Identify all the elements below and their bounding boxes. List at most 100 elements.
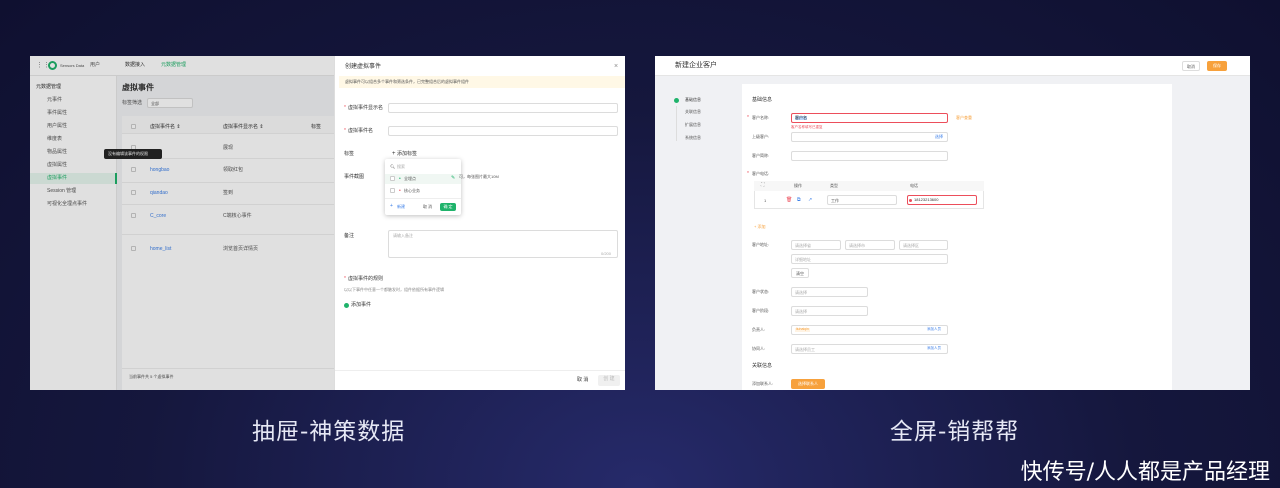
phone-table-header — [754, 181, 984, 191]
add-phone-link[interactable]: + 添加 — [754, 225, 765, 229]
phone-number-value: 18123213600 — [914, 197, 939, 202]
add-event-button[interactable]: 添加事件 — [351, 303, 371, 308]
drawer-create-button[interactable]: 创 建 — [598, 375, 620, 386]
dropdown-cancel[interactable]: 取 消 — [423, 205, 432, 209]
copy-icon[interactable]: ⧉ — [797, 198, 801, 203]
contact-label: 添加联系人: — [752, 381, 774, 386]
page-title: 新建企业客户 — [675, 62, 717, 69]
add-event-icon — [344, 303, 349, 308]
address-clear-button[interactable]: 清空 — [791, 268, 809, 278]
step-basic[interactable]: 基础信息 — [685, 98, 701, 102]
short-name-input[interactable] — [791, 151, 948, 161]
parent-label: 上级客户: — [752, 134, 770, 139]
option-highlight — [385, 174, 461, 184]
tag-search-input[interactable]: 搜索 — [397, 165, 405, 169]
owner-tag[interactable]: liuhaiqin — [795, 327, 810, 332]
collab-label: 协同人: — [752, 346, 766, 351]
option-core[interactable]: 核心业务 — [404, 189, 420, 193]
remark-counter: 0/200 — [601, 251, 612, 256]
display-name-input[interactable] — [388, 103, 618, 113]
owner-label: 负责人: — [752, 327, 766, 332]
edit-icon[interactable]: ✎ — [451, 176, 455, 181]
dropdown-ok[interactable]: 确 定 — [440, 203, 456, 211]
option-checkbox[interactable] — [390, 188, 395, 193]
cancel-button[interactable]: 取消 — [1182, 61, 1200, 71]
address-label: 客户地址: — [752, 242, 770, 247]
remark-placeholder: 请输入备注 — [393, 233, 413, 238]
remark-textarea[interactable] — [388, 230, 618, 258]
status-select[interactable]: 请选择 — [791, 287, 868, 297]
search-icon: 🔍︎ — [390, 164, 396, 169]
add-collab-link[interactable]: 添加人员 — [927, 346, 941, 351]
caption-left: 抽屉-神策数据 — [252, 419, 406, 445]
owner-input[interactable] — [791, 325, 948, 335]
select-contact-button[interactable]: 选择联系人 — [791, 379, 825, 389]
district-select[interactable]: 请选择区 — [899, 240, 948, 250]
right-screenshot: 新建企业客户 取消 保存 基础信息 关联信息 扩展信息 系统信息 基础信息 * … — [655, 56, 1250, 390]
stage-select[interactable]: 请选择 — [791, 306, 868, 316]
event-name-input[interactable] — [388, 126, 618, 136]
required-mark: * — [747, 171, 749, 177]
phone-error-dot — [909, 199, 912, 202]
section-related-title: 关联信息 — [752, 363, 773, 369]
drawer-notice-text: 虚拟事件可以组合多个事件和筛选条件，已完整组合后的虚拟事件组件 — [345, 79, 469, 84]
open-icon[interactable]: ↗ — [808, 198, 812, 203]
dup-check-link[interactable]: 客户查重 — [956, 116, 972, 120]
delete-icon[interactable]: 🗑︎ — [786, 198, 792, 203]
watermark: 快传号/人人都是产品经理 — [1020, 460, 1270, 485]
header-bar — [655, 56, 1250, 76]
screenshot-label: 事件截图 — [344, 174, 365, 180]
plus-icon: + — [392, 151, 396, 157]
customer-name-error: 客户名称填写已重复 — [791, 125, 823, 129]
short-name-label: 客户简称: — [752, 153, 770, 158]
row-index: 1 — [764, 198, 767, 203]
expand-icon[interactable]: ⛶ — [761, 183, 765, 188]
field-display-name-label: 虚拟事件显示名 — [348, 105, 384, 111]
province-select[interactable]: 请选择省 — [791, 240, 841, 250]
phone-label: 客户电话: — [752, 171, 770, 176]
col-phone: 电话 — [910, 183, 918, 188]
drawer-cancel-button[interactable]: 取 消 — [577, 378, 588, 383]
city-select[interactable]: 请选择市 — [845, 240, 895, 250]
add-tag-button[interactable]: 添加标签 — [397, 152, 417, 157]
option-dot: • — [399, 176, 401, 182]
left-screenshot: ⋮⋮ Sensors Data 用户 数据接入 元数据管理 元数据管理 元事件 … — [30, 56, 625, 390]
screenshot-hint: 可，每张图片最大10M — [459, 174, 499, 179]
customer-name-label: 客户名称: — [752, 115, 770, 120]
plus-icon: + — [390, 203, 393, 209]
rule-label: 虚拟事件的规则 — [348, 276, 384, 282]
add-owner-link[interactable]: 添加人员 — [927, 327, 941, 332]
tag-dropdown: 🔍︎ 搜索 • 全埋点 ✎ • 核心业务 新建 + 取 消 确 定 — [385, 159, 461, 215]
status-label: 客户状态: — [752, 289, 770, 294]
drawer-title: 创建虚拟事件 — [345, 64, 382, 70]
step-extended[interactable]: 扩展信息 — [685, 123, 701, 127]
phone-type-select[interactable]: 工作 — [827, 195, 897, 205]
step-line — [676, 106, 677, 141]
required-mark: * — [344, 128, 346, 134]
step-dot-active — [674, 98, 679, 103]
option-checkbox[interactable] — [390, 176, 395, 181]
section-basic-title: 基础信息 — [752, 97, 773, 103]
close-icon[interactable]: × — [614, 63, 618, 70]
step-system[interactable]: 系统信息 — [685, 136, 701, 140]
required-mark: * — [344, 276, 346, 282]
address-detail-input[interactable]: 详细地址 — [791, 254, 948, 264]
parent-input[interactable] — [791, 132, 948, 142]
option-all-tracking[interactable]: 全埋点 — [404, 177, 416, 181]
caption-right: 全屏-销帮帮 — [890, 419, 1020, 445]
field-event-name-label: 虚拟事件名 — [348, 128, 374, 134]
parent-select-link[interactable]: 选择 — [935, 135, 943, 139]
form-card: 基础信息 * 客户名称: 客户名 客户名称填写已重复 客户查重 上级客户: 选择… — [742, 84, 1172, 390]
customer-name-input[interactable] — [791, 113, 948, 123]
col-type: 类型 — [830, 183, 838, 188]
required-mark: * — [747, 115, 749, 121]
new-tag-button[interactable]: 新建 — [397, 205, 405, 209]
save-button[interactable]: 保存 — [1207, 61, 1227, 71]
collab-input[interactable]: 请选择员工 — [791, 344, 948, 354]
drawer-mask[interactable] — [30, 56, 334, 390]
dropdown-divider — [385, 198, 461, 199]
remark-label: 备注 — [344, 233, 355, 239]
option-dot: • — [399, 188, 401, 194]
required-mark: * — [344, 105, 346, 111]
step-related[interactable]: 关联信息 — [685, 110, 701, 114]
